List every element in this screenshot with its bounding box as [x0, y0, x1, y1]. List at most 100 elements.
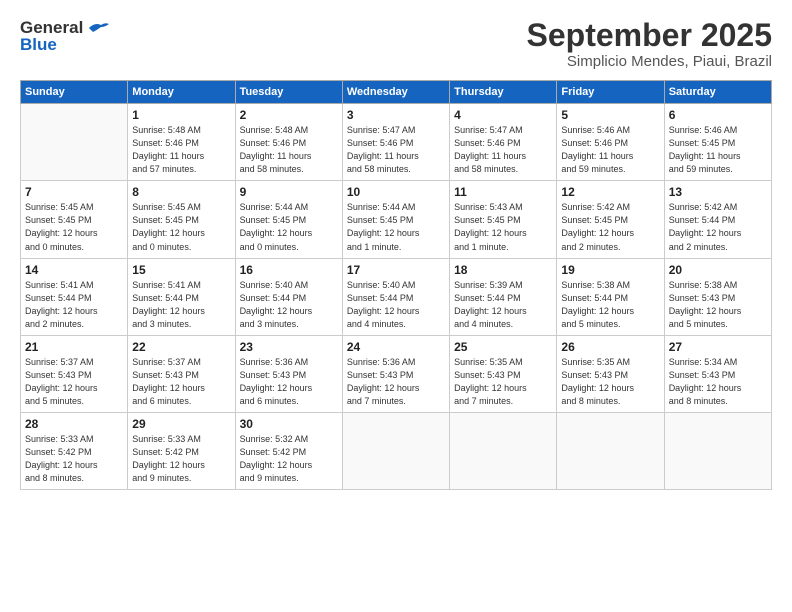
day-info: Sunrise: 5:36 AM Sunset: 5:43 PM Dayligh… [240, 356, 338, 408]
day-number: 26 [561, 340, 659, 354]
logo-bird-icon [87, 20, 109, 36]
day-number: 19 [561, 263, 659, 277]
day-number: 23 [240, 340, 338, 354]
day-info: Sunrise: 5:44 AM Sunset: 5:45 PM Dayligh… [240, 201, 338, 253]
day-info: Sunrise: 5:34 AM Sunset: 5:43 PM Dayligh… [669, 356, 767, 408]
day-number: 9 [240, 185, 338, 199]
calendar-cell [21, 104, 128, 181]
day-number: 17 [347, 263, 445, 277]
calendar-header-row: Sunday Monday Tuesday Wednesday Thursday… [21, 81, 772, 104]
calendar-cell: 12Sunrise: 5:42 AM Sunset: 5:45 PM Dayli… [557, 181, 664, 258]
day-info: Sunrise: 5:33 AM Sunset: 5:42 PM Dayligh… [25, 433, 123, 485]
day-number: 4 [454, 108, 552, 122]
calendar-cell: 24 Sunrise: 5:36 AM Sunset: 5:43 PM Dayli… [342, 335, 449, 412]
calendar-cell: 19Sunrise: 5:38 AM Sunset: 5:44 PM Dayli… [557, 258, 664, 335]
day-info: Sunrise: 5:35 AM Sunset: 5:43 PM Dayligh… [454, 356, 552, 408]
calendar-cell [342, 412, 449, 489]
day-info: Sunrise: 5:36 AM Sunset: 5:43 PM Dayligh… [347, 356, 445, 408]
col-thursday: Thursday [450, 81, 557, 104]
calendar-cell: 3 Sunrise: 5:47 AM Sunset: 5:46 PM Daylig… [342, 104, 449, 181]
col-friday: Friday [557, 81, 664, 104]
day-number: 1 [132, 108, 230, 122]
calendar-cell: 27 Sunrise: 5:34 AM Sunset: 5:43 PM Dayli… [664, 335, 771, 412]
calendar-cell: 8 Sunrise: 5:45 AM Sunset: 5:45 PM Daylig… [128, 181, 235, 258]
day-info: Sunrise: 5:40 AM Sunset: 5:44 PM Dayligh… [347, 279, 445, 331]
calendar-cell: 18Sunrise: 5:39 AM Sunset: 5:44 PM Dayli… [450, 258, 557, 335]
calendar-cell: 7 Sunrise: 5:45 AM Sunset: 5:45 PM Daylig… [21, 181, 128, 258]
day-info: Sunrise: 5:32 AM Sunset: 5:42 PM Dayligh… [240, 433, 338, 485]
week-row-1: 1 Sunrise: 5:48 AM Sunset: 5:46 PM Daylig… [21, 104, 772, 181]
calendar-cell: 25Sunrise: 5:35 AM Sunset: 5:43 PM Dayli… [450, 335, 557, 412]
col-tuesday: Tuesday [235, 81, 342, 104]
day-number: 27 [669, 340, 767, 354]
day-info: Sunrise: 5:48 AM Sunset: 5:46 PM Dayligh… [132, 124, 230, 176]
day-info: Sunrise: 5:45 AM Sunset: 5:45 PM Dayligh… [132, 201, 230, 253]
day-number: 30 [240, 417, 338, 431]
day-number: 7 [25, 185, 123, 199]
day-number: 11 [454, 185, 552, 199]
col-saturday: Saturday [664, 81, 771, 104]
calendar-cell: 29 Sunrise: 5:33 AM Sunset: 5:42 PM Dayli… [128, 412, 235, 489]
col-wednesday: Wednesday [342, 81, 449, 104]
day-number: 8 [132, 185, 230, 199]
day-info: Sunrise: 5:41 AM Sunset: 5:44 PM Dayligh… [25, 279, 123, 331]
title-area: September 2025 Simplicio Mendes, Piaui, … [527, 18, 772, 70]
week-row-5: 28 Sunrise: 5:33 AM Sunset: 5:42 PM Dayli… [21, 412, 772, 489]
day-number: 22 [132, 340, 230, 354]
day-info: Sunrise: 5:44 AM Sunset: 5:45 PM Dayligh… [347, 201, 445, 253]
day-number: 2 [240, 108, 338, 122]
day-number: 13 [669, 185, 767, 199]
day-info: Sunrise: 5:37 AM Sunset: 5:43 PM Dayligh… [132, 356, 230, 408]
day-number: 12 [561, 185, 659, 199]
calendar-cell: 30 Sunrise: 5:32 AM Sunset: 5:42 PM Dayli… [235, 412, 342, 489]
week-row-2: 7 Sunrise: 5:45 AM Sunset: 5:45 PM Daylig… [21, 181, 772, 258]
calendar-cell: 6 Sunrise: 5:46 AM Sunset: 5:45 PM Daylig… [664, 104, 771, 181]
calendar-cell: 11 Sunrise: 5:43 AM Sunset: 5:45 PM Dayli… [450, 181, 557, 258]
day-info: Sunrise: 5:46 AM Sunset: 5:45 PM Dayligh… [669, 124, 767, 176]
calendar-cell: 4 Sunrise: 5:47 AM Sunset: 5:46 PM Daylig… [450, 104, 557, 181]
calendar-cell: 17 Sunrise: 5:40 AM Sunset: 5:44 PM Dayli… [342, 258, 449, 335]
day-number: 24 [347, 340, 445, 354]
day-number: 28 [25, 417, 123, 431]
day-info: Sunrise: 5:37 AM Sunset: 5:43 PM Dayligh… [25, 356, 123, 408]
day-info: Sunrise: 5:33 AM Sunset: 5:42 PM Dayligh… [132, 433, 230, 485]
calendar-cell: 22 Sunrise: 5:37 AM Sunset: 5:43 PM Dayli… [128, 335, 235, 412]
calendar-cell: 1 Sunrise: 5:48 AM Sunset: 5:46 PM Daylig… [128, 104, 235, 181]
week-row-3: 14 Sunrise: 5:41 AM Sunset: 5:44 PM Dayli… [21, 258, 772, 335]
calendar-cell: 9 Sunrise: 5:44 AM Sunset: 5:45 PM Daylig… [235, 181, 342, 258]
day-number: 6 [669, 108, 767, 122]
day-number: 10 [347, 185, 445, 199]
day-info: Sunrise: 5:35 AM Sunset: 5:43 PM Dayligh… [561, 356, 659, 408]
calendar-cell: 20Sunrise: 5:38 AM Sunset: 5:43 PM Dayli… [664, 258, 771, 335]
calendar-cell: 26 Sunrise: 5:35 AM Sunset: 5:43 PM Dayli… [557, 335, 664, 412]
day-number: 15 [132, 263, 230, 277]
calendar-cell: 5 Sunrise: 5:46 AM Sunset: 5:46 PM Daylig… [557, 104, 664, 181]
day-number: 14 [25, 263, 123, 277]
calendar-cell: 16Sunrise: 5:40 AM Sunset: 5:44 PM Dayli… [235, 258, 342, 335]
day-info: Sunrise: 5:42 AM Sunset: 5:44 PM Dayligh… [669, 201, 767, 253]
day-info: Sunrise: 5:38 AM Sunset: 5:43 PM Dayligh… [669, 279, 767, 331]
calendar-cell: 14 Sunrise: 5:41 AM Sunset: 5:44 PM Dayli… [21, 258, 128, 335]
logo: General Blue [20, 18, 109, 55]
day-info: Sunrise: 5:46 AM Sunset: 5:46 PM Dayligh… [561, 124, 659, 176]
day-number: 16 [240, 263, 338, 277]
calendar-table: Sunday Monday Tuesday Wednesday Thursday… [20, 80, 772, 490]
calendar-cell: 15 Sunrise: 5:41 AM Sunset: 5:44 PM Dayli… [128, 258, 235, 335]
day-info: Sunrise: 5:41 AM Sunset: 5:44 PM Dayligh… [132, 279, 230, 331]
day-info: Sunrise: 5:39 AM Sunset: 5:44 PM Dayligh… [454, 279, 552, 331]
calendar-cell: 21Sunrise: 5:37 AM Sunset: 5:43 PM Dayli… [21, 335, 128, 412]
calendar-cell [664, 412, 771, 489]
day-info: Sunrise: 5:43 AM Sunset: 5:45 PM Dayligh… [454, 201, 552, 253]
calendar-cell: 10 Sunrise: 5:44 AM Sunset: 5:45 PM Dayli… [342, 181, 449, 258]
day-info: Sunrise: 5:48 AM Sunset: 5:46 PM Dayligh… [240, 124, 338, 176]
day-info: Sunrise: 5:47 AM Sunset: 5:46 PM Dayligh… [454, 124, 552, 176]
day-info: Sunrise: 5:47 AM Sunset: 5:46 PM Dayligh… [347, 124, 445, 176]
calendar-cell: 28 Sunrise: 5:33 AM Sunset: 5:42 PM Dayli… [21, 412, 128, 489]
day-number: 29 [132, 417, 230, 431]
day-info: Sunrise: 5:45 AM Sunset: 5:45 PM Dayligh… [25, 201, 123, 253]
day-number: 5 [561, 108, 659, 122]
calendar-cell [557, 412, 664, 489]
day-number: 3 [347, 108, 445, 122]
col-sunday: Sunday [21, 81, 128, 104]
calendar-cell: 2 Sunrise: 5:48 AM Sunset: 5:46 PM Daylig… [235, 104, 342, 181]
